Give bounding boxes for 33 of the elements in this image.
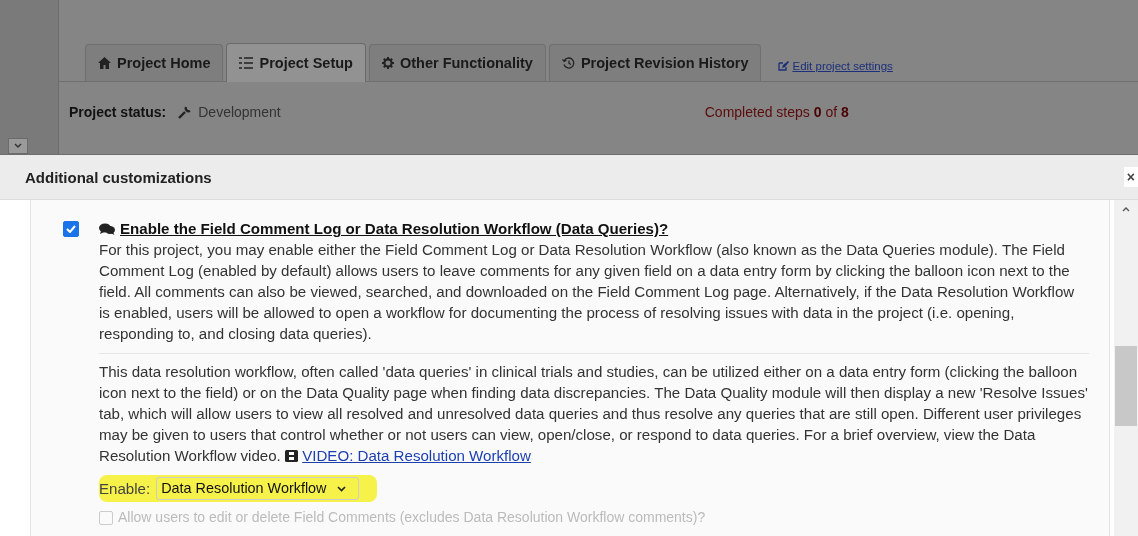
edit-settings-link[interactable]: Edit project settings (778, 60, 893, 72)
comments-icon (99, 222, 115, 235)
video-link[interactable]: VIDEO: Data Resolution Workflow (302, 447, 531, 464)
scrollbar-thumb[interactable] (1115, 346, 1137, 426)
tab[interactable]: Project Setup (226, 43, 366, 82)
history-icon (561, 57, 575, 69)
close-button[interactable]: × (1123, 167, 1138, 187)
chevron-down-icon (336, 485, 346, 492)
check-icon (66, 225, 76, 233)
completed-steps: Completed steps 0 of 8 (704, 104, 849, 120)
edit-icon (778, 61, 790, 71)
wrench-icon (178, 105, 193, 119)
enable-label: Enable: (99, 479, 151, 499)
scroll-up-icon (1122, 206, 1130, 212)
tab[interactable]: Other Functionality (368, 44, 546, 81)
description-text: This data resolution workflow, often called 'data queries' in clinical trials and studies, can be utilized either on a data entry form (clicking the balloon icon next to the field) or on the Data Quality page when finding data discrepancies. The Data Quality module will then display a new 'Resolve Issues' tab, which will allow users to view all resolved and unresolved data queries and thus resolve any queries that are still open. Different user privileges may be given to users that control whether or not users can view, open/close, or respond to data queries. For a brief overview, view the Data Resolution Workflow video. VIDEO: Data Resolution Workflow (99, 353, 1089, 466)
scrollbar[interactable] (1114, 200, 1138, 536)
chevron-down-icon (14, 143, 22, 149)
list-icon (239, 57, 254, 69)
option-title: Enable the Field Comment Log or Data Resolution Workflow (Data Queries)? (120, 219, 669, 239)
collapse-toggle[interactable] (8, 138, 28, 154)
tab[interactable]: Project Revision History (548, 44, 762, 81)
dialog-title: Additional customizations (25, 168, 212, 186)
film-icon (284, 450, 298, 462)
gear-icon (381, 57, 394, 69)
home-icon (98, 57, 111, 69)
description-text: For this project, you may enable either the Field Comment Log or Data Resolution Workflow (also known as the Data Queries module). The Field Comment Log (enabled by default) allows users to leave comments for any given field on a data entry form by clicking the balloon icon next to the field. All comments can also be viewed, searched, and downloaded on the Field Comment Log page. Alternatively, if the Data Resolution Workflow is enabled, users will be allowed to open a workflow for documenting the process of resolving issues with data in the project (i.e. opening, responding to, and closing data queries). (99, 240, 1076, 344)
checkbox[interactable] (63, 221, 79, 237)
workflow-select[interactable]: Data Resolution Workflow (156, 477, 359, 500)
checkbox-label: Allow users to edit or delete Field Comments (excludes Data Resolution Workflow comments)? (118, 508, 706, 527)
status-label: Project status: (69, 104, 167, 120)
status-value: Development (198, 104, 281, 120)
tab[interactable]: Project Home (85, 44, 224, 81)
